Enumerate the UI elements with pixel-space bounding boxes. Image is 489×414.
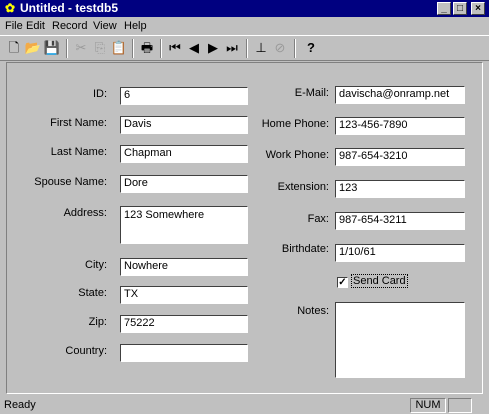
send-card-checkbox[interactable]: ✓ — [337, 277, 348, 288]
birthdate-label: Birthdate: — [281, 243, 329, 255]
birthdate-field[interactable]: 1/10/61 — [335, 244, 465, 262]
email-field[interactable]: davischa@onramp.net — [335, 86, 465, 104]
new-file-icon[interactable]: 🗋 — [5, 39, 23, 57]
id-label: ID: — [92, 88, 107, 100]
menu-bar: File Edit Record View Help — [0, 17, 489, 35]
email-label: E-Mail: — [294, 87, 329, 99]
last-name-label: Last Name: — [50, 146, 107, 158]
previous-record-icon[interactable]: ◀ — [185, 39, 203, 57]
maximize-button[interactable]: □ — [453, 2, 467, 15]
menu-file[interactable]: File — [5, 19, 23, 33]
num-lock-indicator: NUM — [410, 398, 446, 413]
minimize-button[interactable]: _ — [437, 2, 451, 15]
add-record-icon[interactable]: ⊥ — [252, 39, 270, 57]
spouse-name-label: Spouse Name: — [34, 176, 107, 188]
last-record-icon[interactable]: ⏭ — [223, 39, 241, 57]
address-label: Address: — [63, 207, 107, 219]
id-field[interactable]: 6 — [120, 87, 248, 105]
work-phone-label: Work Phone: — [265, 149, 329, 161]
menu-view[interactable]: View — [93, 19, 117, 33]
country-label: Country: — [65, 345, 107, 357]
next-record-icon[interactable]: ▶ — [204, 39, 222, 57]
status-panel-empty — [448, 398, 472, 413]
help-icon[interactable]: ? — [302, 39, 320, 57]
home-phone-label: Home Phone: — [261, 118, 329, 130]
fax-label: Fax: — [307, 213, 329, 225]
notes-field[interactable] — [335, 302, 465, 378]
application-window: ✿ Untitled - testdb5 _ □ × File Edit Rec… — [0, 0, 489, 414]
toolbar-separator — [246, 39, 248, 58]
menu-help[interactable]: Help — [124, 19, 147, 33]
state-label: State: — [78, 287, 107, 299]
toolbar-separator — [66, 39, 68, 58]
address-field[interactable]: 123 Somewhere — [120, 206, 248, 244]
title-bar[interactable]: ✿ Untitled - testdb5 _ □ × — [0, 0, 489, 17]
save-disk-icon[interactable]: 💾 — [43, 39, 61, 57]
menu-record[interactable]: Record — [52, 19, 87, 33]
send-card-label[interactable]: Send Card — [351, 274, 408, 288]
notes-label: Notes: — [297, 305, 329, 317]
country-field[interactable] — [120, 344, 248, 362]
toolbar: 🗋 📂 💾 ✂ ⎘ 📋 🖶 ⏮ ◀ ▶ ⏭ ⊥ ⊘ ? — [0, 35, 489, 61]
city-label: City: — [85, 259, 107, 271]
fax-field[interactable]: 987-654-3211 — [335, 212, 465, 230]
first-record-icon[interactable]: ⏮ — [166, 39, 184, 57]
open-folder-icon[interactable]: 📂 — [24, 39, 42, 57]
extension-label: Extension: — [277, 181, 329, 193]
print-icon[interactable]: 🖶 — [138, 39, 156, 57]
spouse-name-field[interactable]: Dore — [120, 175, 248, 193]
state-field[interactable]: TX — [120, 286, 248, 304]
extension-field[interactable]: 123 — [335, 180, 465, 198]
copy-icon[interactable]: ⎘ — [91, 39, 109, 57]
zip-label: Zip: — [88, 316, 107, 328]
home-phone-field[interactable]: 123-456-7890 — [335, 117, 465, 135]
window-title: Untitled - testdb5 — [20, 1, 118, 15]
city-field[interactable]: Nowhere — [120, 258, 248, 276]
close-button[interactable]: × — [471, 2, 485, 15]
toolbar-separator — [132, 39, 134, 58]
zip-field[interactable]: 75222 — [120, 315, 248, 333]
cut-icon[interactable]: ✂ — [72, 39, 90, 57]
menu-edit[interactable]: Edit — [26, 19, 45, 33]
status-text: Ready — [4, 399, 36, 411]
status-bar: Ready NUM — [0, 396, 489, 414]
first-name-label: First Name: — [50, 117, 107, 129]
delete-record-icon[interactable]: ⊘ — [271, 39, 289, 57]
work-phone-field[interactable]: 987-654-3210 — [335, 148, 465, 166]
app-icon[interactable]: ✿ — [3, 1, 17, 15]
last-name-field[interactable]: Chapman — [120, 145, 248, 163]
toolbar-separator — [160, 39, 162, 58]
paste-icon[interactable]: 📋 — [110, 39, 128, 57]
first-name-field[interactable]: Davis — [120, 116, 248, 134]
toolbar-separator — [294, 39, 296, 58]
